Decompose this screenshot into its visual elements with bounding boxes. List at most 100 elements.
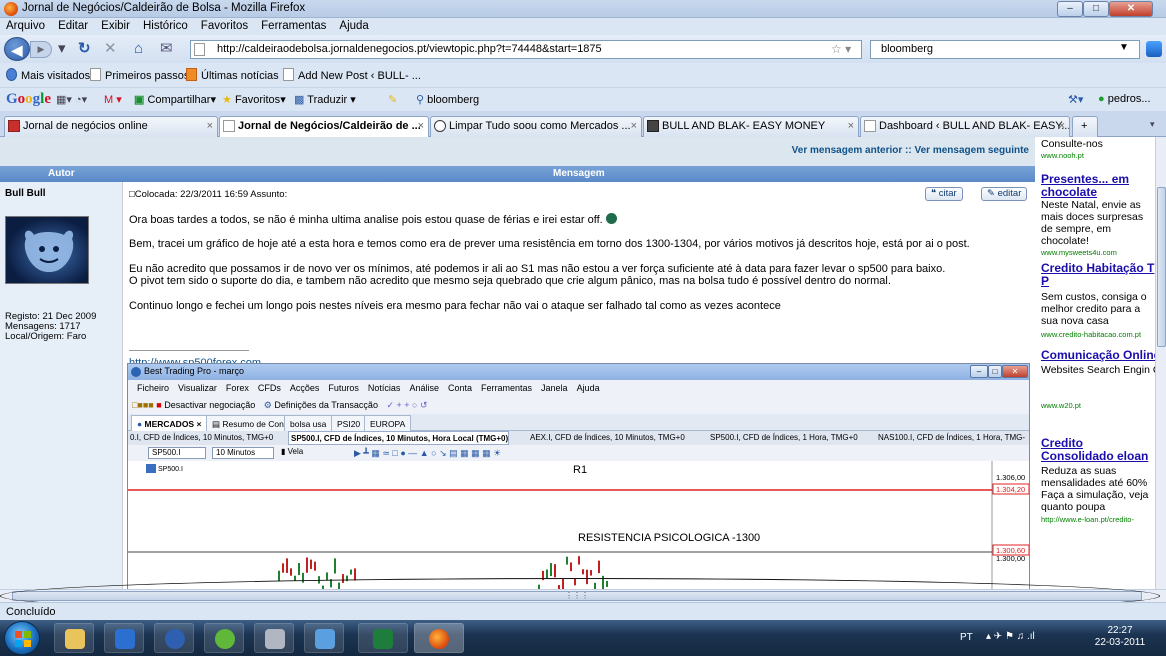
ad-0-text[interactable]: Consulte-nos: [1041, 138, 1155, 150]
reload-icon[interactable]: ↻: [78, 41, 91, 57]
taskbar-hp[interactable]: [154, 623, 194, 653]
start-button[interactable]: [4, 621, 40, 655]
tab-dashboard[interactable]: Dashboard ‹ BULL AND BLAK- EASY... ×: [860, 116, 1070, 137]
taskbar-outlook[interactable]: [104, 623, 144, 653]
chart-tab: SP500.I, CFD de Índices, 1 Hora, TMG+0: [710, 433, 858, 442]
ad-1-title[interactable]: Presentes... em chocolate: [1041, 173, 1155, 199]
forward-button[interactable]: ▶: [30, 41, 52, 58]
highlighter-icon[interactable]: ✎: [388, 93, 397, 106]
star-icon: ★: [222, 94, 232, 106]
tab-close-icon[interactable]: ×: [207, 117, 213, 136]
quote-button[interactable]: ❝ citar: [925, 187, 963, 201]
smiley-icon: [605, 213, 617, 224]
vertical-scroll-thumb[interactable]: [1157, 187, 1166, 347]
close-button[interactable]: ✕: [1109, 1, 1153, 17]
share-label: Compartilhar: [147, 94, 211, 106]
price-chart: R1 RESISTENCIA PSICOLOGICA -1300 SP500.I…: [128, 461, 1029, 589]
maximize-button[interactable]: □: [1083, 1, 1109, 17]
trading-menu-item: Janela: [541, 383, 568, 393]
bookmark-mais-visitados[interactable]: Mais visitados: [6, 68, 90, 82]
tab-jornal-negocios-online[interactable]: Jornal de negócios online ×: [4, 116, 218, 137]
search-dropdown-icon[interactable]: ▼: [1119, 42, 1129, 53]
language-indicator[interactable]: PT: [960, 632, 973, 643]
vertical-scrollbar[interactable]: [1155, 137, 1166, 589]
ad-4-title[interactable]: Credito Consolidado eloan: [1041, 437, 1155, 463]
stop-icon[interactable]: ✕: [104, 41, 117, 57]
history-dropdown-icon[interactable]: ▾: [58, 41, 66, 57]
rss-icon: [186, 68, 197, 81]
trading-app-icon: [131, 367, 141, 377]
ad-0-url[interactable]: www.nooh.pt: [1041, 151, 1155, 160]
url-bar[interactable]: http://caldeiraodebolsa.jornaldenegocios…: [190, 40, 862, 59]
favorites-button[interactable]: ★ Favoritos▾: [222, 93, 286, 106]
search-engine-icon[interactable]: [1146, 41, 1162, 57]
firefox-icon: [4, 2, 18, 16]
menu-ferramentas[interactable]: Ferramentas: [261, 20, 326, 32]
trading-toolbar-label: Desactivar negociação: [164, 400, 256, 410]
instrument-icon: [146, 464, 156, 473]
ad-1-url[interactable]: www.mysweets4u.com: [1041, 248, 1155, 257]
minimize-button[interactable]: –: [1057, 1, 1083, 17]
ad-3-title[interactable]: Comunicação Online: [1041, 349, 1155, 362]
tab-close-icon[interactable]: ×: [1059, 117, 1065, 136]
menu-historico[interactable]: Histórico: [143, 20, 188, 32]
tab-list-icon[interactable]: ▾: [1150, 119, 1155, 130]
menu-ajuda[interactable]: Ajuda: [339, 20, 368, 32]
speech-bubble-icon[interactable]: ✉: [160, 41, 173, 57]
gmail-icon[interactable]: M ▾: [104, 93, 122, 106]
bookmark-star-icon[interactable]: ☆ ▾: [831, 42, 851, 56]
bookmark-add-new-post[interactable]: Add New Post ‹ BULL- ...: [283, 68, 421, 82]
candle: [554, 564, 556, 578]
bookmark-ultimas-noticias[interactable]: Últimas notícias: [186, 68, 279, 82]
menu-editar[interactable]: Editar: [58, 20, 88, 32]
menu-exibir[interactable]: Exibir: [101, 20, 130, 32]
clock[interactable]: 22:27 22-03-2011: [1090, 625, 1150, 649]
page-icon: [283, 68, 294, 81]
menu-favoritos[interactable]: Favoritos: [201, 20, 248, 32]
wrench-icon[interactable]: ⚒▾: [1068, 93, 1083, 106]
tab-bull-and-blak[interactable]: BULL AND BLAK- EASY MONEY ×: [643, 116, 859, 137]
google-logo[interactable]: Google: [6, 91, 51, 108]
search-term-label: bloomberg: [427, 94, 480, 106]
tab-close-icon[interactable]: ×: [418, 117, 424, 136]
ad-2-title[interactable]: Credito Habitação T P: [1041, 262, 1155, 288]
bookmark-primeiros-passos[interactable]: Primeiros passos: [90, 68, 189, 82]
ad-4-url[interactable]: http://www.e-loan.pt/credito-: [1041, 515, 1155, 524]
home-icon[interactable]: ⌂: [134, 41, 143, 57]
tab-label: Limpar Tudo soou como Mercados ...: [449, 120, 631, 132]
author-name[interactable]: Bull Bull: [5, 188, 46, 199]
translate-button[interactable]: ▩ Traduzir ▾: [294, 93, 356, 106]
ad-3-url[interactable]: www.w20.pt: [1041, 401, 1155, 410]
trading-close-icon: ✕: [1002, 365, 1028, 378]
google-menu-icon[interactable]: ▦▾ ◔▾: [56, 93, 87, 106]
tab-limpar-tudo[interactable]: Limpar Tudo soou como Mercados ... ×: [430, 116, 642, 137]
back-arrow-icon: ◀: [11, 42, 23, 58]
tab-caldeirao-bolsa[interactable]: Jornal de Negócios/Caldeirão de ... ×: [219, 116, 429, 137]
taskbar-explorer[interactable]: [54, 623, 94, 653]
settings-icon: ⚙: [263, 400, 272, 410]
favorites-label: Favoritos: [234, 94, 281, 106]
tab-close-icon[interactable]: ×: [631, 117, 637, 136]
edit-button[interactable]: ✎ editar: [981, 187, 1028, 201]
taskbar-tools[interactable]: [254, 623, 294, 653]
search-bar[interactable]: bloomberg ▼: [870, 40, 1140, 59]
taskbar-utorrent[interactable]: [204, 623, 244, 653]
ad-2-url[interactable]: www.credito-habitacao.com.pt: [1041, 330, 1155, 339]
search-term-bloomberg[interactable]: ⚲ bloomberg: [416, 93, 479, 106]
share-button[interactable]: ▣ Compartilhar▾: [134, 93, 216, 106]
taskbar-firefox[interactable]: [414, 623, 464, 653]
tab-close-icon[interactable]: ×: [848, 117, 854, 136]
clock-time: 22:27: [1107, 625, 1133, 636]
tray-icons[interactable]: ▴ ✈ ⚑ ♫ .ıl: [986, 631, 1035, 642]
search-input[interactable]: bloomberg: [881, 43, 933, 55]
menu-arquivo[interactable]: Arquivo: [6, 20, 45, 32]
taskbar-network[interactable]: [304, 623, 344, 653]
prev-next-link[interactable]: Ver mensagem anterior :: Ver mensagem se…: [792, 145, 1029, 156]
taskbar-excel[interactable]: [358, 623, 408, 653]
trading-menu-item: Futuros: [328, 383, 359, 393]
excel-icon: [373, 629, 393, 649]
new-tab-button[interactable]: +: [1072, 116, 1098, 137]
back-button[interactable]: ◀: [4, 37, 30, 61]
user-account[interactable]: ● pedros...: [1098, 93, 1151, 105]
tab-label: Jornal de negócios online: [23, 120, 148, 132]
